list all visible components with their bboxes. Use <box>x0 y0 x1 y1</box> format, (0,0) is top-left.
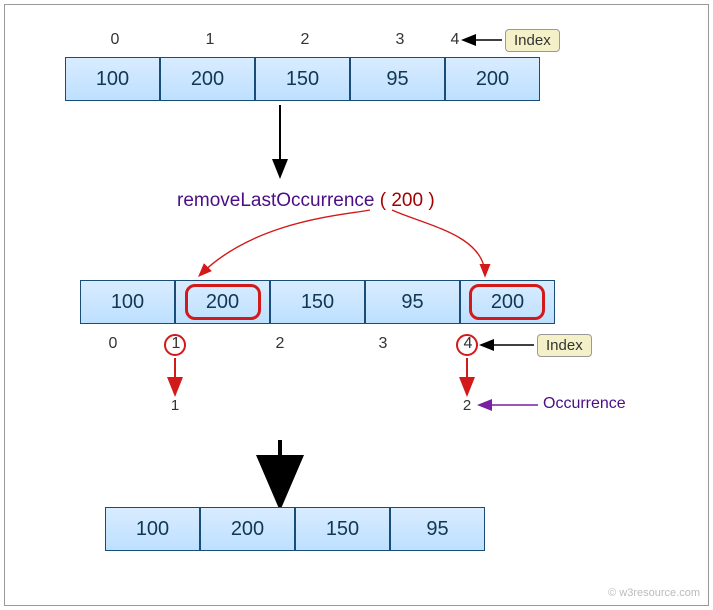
paren-open: ( <box>380 190 386 211</box>
row2-index-3: 3 <box>363 335 403 353</box>
occurrence-1: 1 <box>165 397 185 414</box>
index-tag-top: Index <box>505 29 560 52</box>
row1-index-1: 1 <box>190 31 230 49</box>
circle-index-4 <box>456 334 478 356</box>
diagram-canvas: 0 1 2 3 4 Index 100 200 150 95 200 remov… <box>4 4 709 606</box>
highlight-match-2 <box>469 284 545 320</box>
highlight-match-1 <box>185 284 261 320</box>
attribution: © w3resource.com <box>608 587 700 599</box>
row2-index-2: 2 <box>260 335 300 353</box>
method-arg: 200 <box>391 190 423 211</box>
occurrence-2: 2 <box>457 397 477 414</box>
row1-index-4: 4 <box>435 31 475 49</box>
row3-cell-0: 100 <box>105 507 200 551</box>
occurrence-label: Occurrence <box>543 395 626 413</box>
row1-cell-1: 200 <box>160 57 255 101</box>
row2-cell-0: 100 <box>80 280 175 324</box>
paren-close: ) <box>428 190 434 211</box>
row1-index-2: 2 <box>285 31 325 49</box>
index-tag-middle: Index <box>537 334 592 357</box>
method-name: removeLastOccurrence <box>177 190 374 211</box>
row2-cell-3: 95 <box>365 280 460 324</box>
row3-cell-1: 200 <box>200 507 295 551</box>
row3-cell-2: 150 <box>295 507 390 551</box>
row1-cell-4: 200 <box>445 57 540 101</box>
row2-cell-2: 150 <box>270 280 365 324</box>
row1-cell-2: 150 <box>255 57 350 101</box>
row1-index-0: 0 <box>95 31 135 49</box>
row1-cell-3: 95 <box>350 57 445 101</box>
row1-index-3: 3 <box>380 31 420 49</box>
method-call: removeLastOccurrence ( 200 ) <box>177 190 435 212</box>
row3-cell-3: 95 <box>390 507 485 551</box>
row2-index-0: 0 <box>93 335 133 353</box>
circle-index-1 <box>164 334 186 356</box>
row1-cell-0: 100 <box>65 57 160 101</box>
